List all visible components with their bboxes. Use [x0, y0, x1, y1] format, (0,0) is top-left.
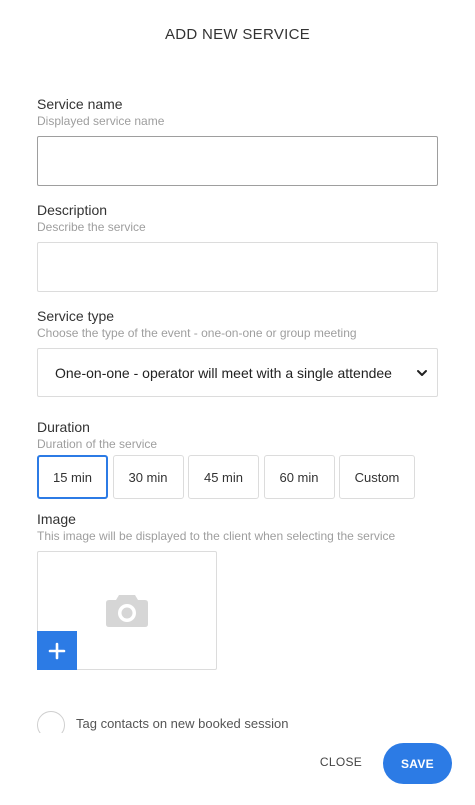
image-label: Image [37, 511, 76, 527]
dialog-title: ADD NEW SERVICE [164, 26, 311, 43]
service-type-select[interactable]: One-on-one - operator will meet with a s… [37, 348, 438, 397]
tag-contacts-row: Tag contacts on new booked session [37, 711, 457, 733]
description-label: Description [37, 202, 108, 218]
duration-option-45[interactable]: 45 min [188, 455, 259, 499]
description-input[interactable] [37, 242, 438, 292]
dialog-footer: CLOSE SAVE [0, 733, 475, 805]
image-upload-box[interactable] [37, 551, 217, 670]
camera-icon [106, 595, 148, 627]
duration-option-60[interactable]: 60 min [263, 455, 335, 499]
image-hint: This image will be displayed to the clie… [37, 529, 396, 543]
duration-option-15[interactable]: 15 min [37, 455, 108, 499]
add-image-button[interactable] [37, 631, 77, 670]
service-type-label: Service type [37, 308, 115, 324]
plus-icon [48, 642, 66, 659]
duration-label: Duration [37, 419, 90, 435]
service-type-selected: One-on-one - operator will meet with a s… [55, 364, 392, 381]
save-button[interactable]: SAVE [383, 743, 452, 784]
duration-option-custom[interactable]: Custom [339, 455, 415, 499]
tag-contacts-label: Tag contacts on new booked session [76, 716, 289, 731]
duration-options: 15 min 30 min 45 min 60 min Custom [37, 455, 420, 499]
service-name-hint: Displayed service name [37, 114, 165, 128]
duration-option-30[interactable]: 30 min [112, 455, 184, 499]
tag-contacts-radio[interactable] [37, 711, 65, 733]
description-hint: Describe the service [37, 220, 146, 234]
duration-hint: Duration of the service [37, 437, 158, 451]
service-name-input[interactable] [37, 136, 438, 186]
service-type-hint: Choose the type of the event - one-on-on… [37, 326, 357, 340]
chevron-down-icon [417, 369, 427, 376]
service-name-label: Service name [37, 96, 123, 112]
close-button[interactable]: CLOSE [313, 755, 369, 773]
